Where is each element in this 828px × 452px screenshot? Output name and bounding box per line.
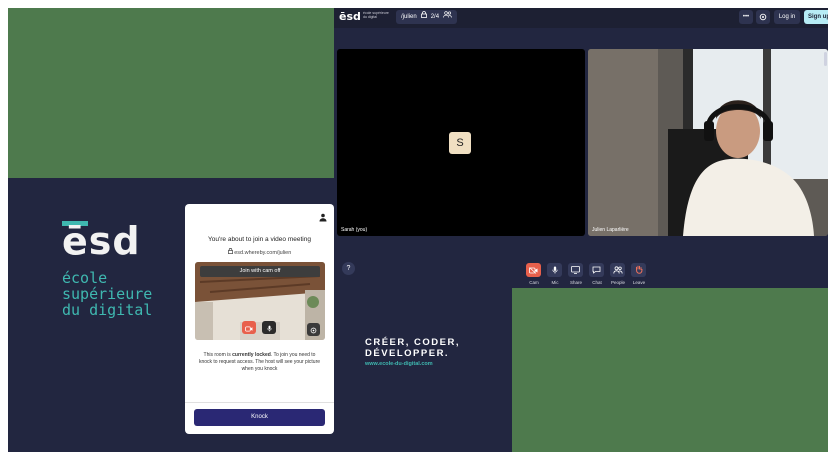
website-link[interactable]: www.ecole-du-digital.com (365, 361, 433, 367)
mic-label: Mic (551, 280, 559, 285)
cam-label: Cam (529, 280, 539, 285)
mic-icon (266, 319, 272, 337)
gear-icon (759, 13, 767, 23)
tile-scrollbar[interactable] (824, 52, 827, 66)
dialog-url: esd.whereby.com/julien (185, 248, 334, 256)
login-button[interactable]: Log in (774, 10, 800, 24)
tile-name-julien: Julien Laparlière (592, 227, 629, 233)
leave-button[interactable] (631, 263, 646, 277)
topbar-logo-sub: école supérieure du digital (363, 11, 389, 19)
share-label: Share (569, 280, 582, 285)
participant-count: 2/4 (430, 14, 440, 20)
chat-icon (592, 261, 601, 279)
julien-video-feed (588, 49, 828, 236)
people-icon (612, 261, 623, 279)
leave-label: Leave (632, 280, 646, 285)
preview-settings-button[interactable] (307, 323, 320, 336)
school-name: école supérieure du digital (62, 269, 153, 319)
topbar-logo: ēsd (339, 10, 361, 23)
knock-button[interactable]: Knock (194, 409, 325, 426)
chat-button[interactable] (589, 263, 604, 277)
avatar-sarah: S (449, 132, 471, 154)
slogan: CRÉER, CODER, DÉVELOPPER. (365, 337, 460, 359)
leave-hand-icon (635, 261, 643, 279)
preview-cam-button[interactable] (242, 321, 256, 334)
join-cam-off-button[interactable]: Join with cam off (195, 266, 325, 277)
room-name: /julien (401, 14, 417, 20)
cam-button[interactable] (526, 263, 541, 277)
settings-button[interactable] (756, 10, 770, 24)
dialog-divider (185, 402, 334, 403)
people-icon (443, 10, 452, 24)
mic-button[interactable] (547, 263, 562, 277)
join-dialog: You're about to join a video meeting esd… (185, 204, 334, 434)
lock-icon (420, 10, 427, 24)
video-tile-julien: Julien Laparlière (588, 49, 828, 236)
esd-logo: ēsd (62, 219, 141, 263)
share-button[interactable] (568, 263, 583, 277)
tile-name-sarah: Sarah (you) (341, 227, 368, 233)
room-info-chip[interactable]: /julien 2/4 (396, 10, 458, 24)
chat-label: Chat (592, 280, 602, 285)
camera-off-icon (529, 261, 538, 279)
dialog-title: You're about to join a video meeting (208, 236, 311, 243)
locked-message: This room is currently locked. To join y… (198, 352, 321, 372)
green-panel-top-left (8, 8, 334, 178)
green-panel-bottom-right (512, 288, 828, 452)
mic-icon (551, 261, 558, 279)
people-label: People (610, 280, 625, 285)
people-button[interactable] (610, 263, 625, 277)
camera-off-icon (245, 319, 253, 337)
screen-share-icon (571, 261, 580, 279)
more-options-button[interactable]: ••• (739, 10, 753, 24)
help-button[interactable]: ? (342, 262, 355, 275)
user-icon[interactable] (319, 209, 327, 227)
preview-mic-button[interactable] (262, 321, 276, 334)
gear-icon (310, 321, 317, 339)
signup-button[interactable]: Sign up (804, 10, 828, 24)
